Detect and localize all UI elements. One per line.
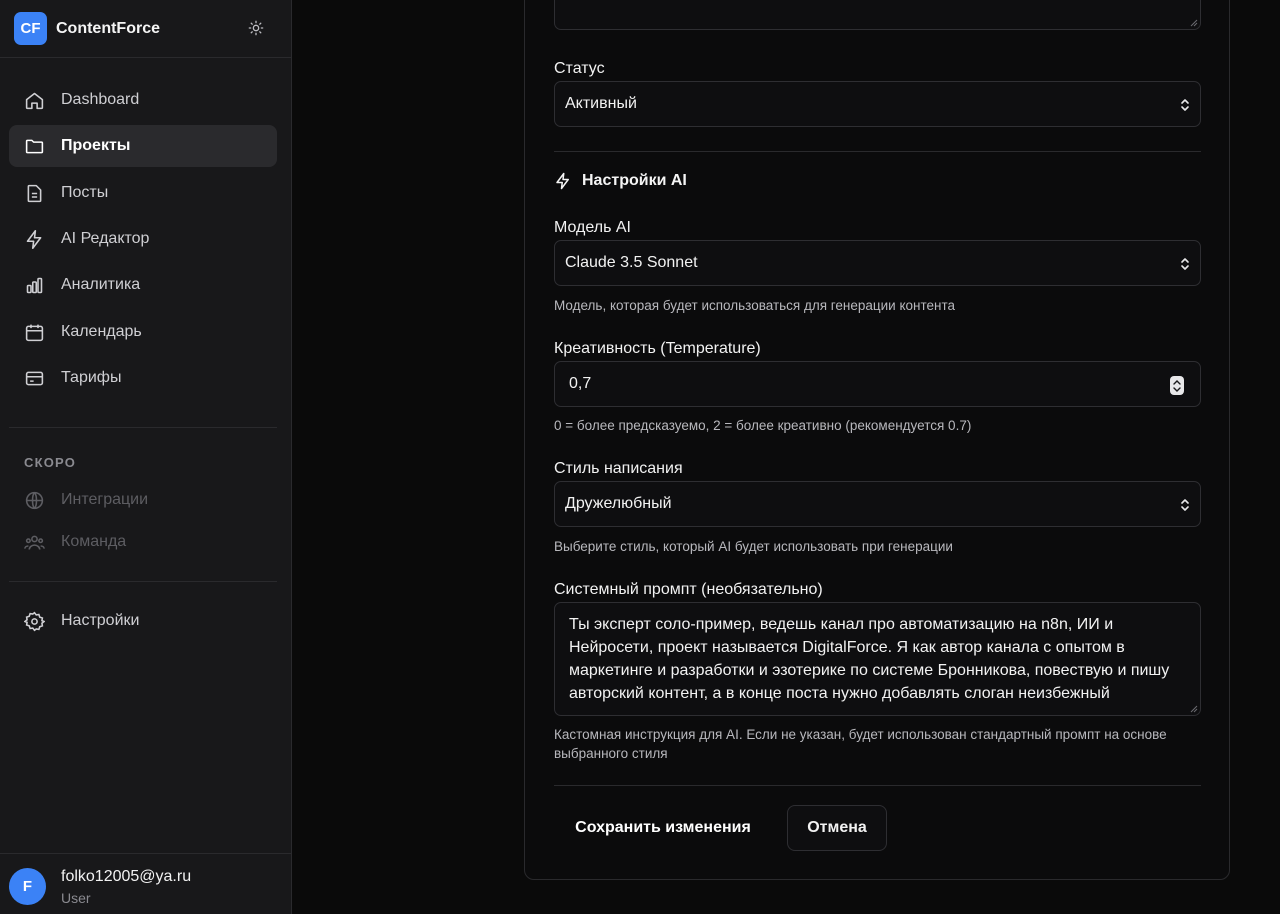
temperature-input[interactable]: 0,7	[554, 361, 1201, 407]
lightning-icon	[26, 229, 42, 249]
theme-toggle-sun-icon[interactable]	[246, 18, 266, 38]
sidebar-item-label: Аналитика	[61, 276, 141, 293]
system-prompt-label: Системный промпт (необязательно)	[554, 581, 823, 598]
sidebar-item-team: Команда	[9, 521, 277, 563]
chevron-updown-icon	[1181, 499, 1189, 511]
sidebar-item-dashboard[interactable]: Dashboard	[9, 79, 277, 121]
sidebar-item-integrations: Интеграции	[9, 479, 277, 521]
sidebar-item-pricing[interactable]: Тарифы	[9, 357, 277, 399]
sidebar-divider	[9, 581, 277, 582]
sidebar-item-label: Посты	[61, 184, 109, 201]
sidebar-item-label: Настройки	[61, 612, 140, 629]
bar-chart-icon	[26, 277, 43, 293]
writing-style-help-text: Выберите стиль, который AI будет использ…	[554, 539, 953, 554]
calendar-icon	[25, 324, 44, 341]
system-prompt-textarea[interactable]: Ты эксперт соло-пример, ведешь канал про…	[554, 602, 1201, 716]
sidebar-item-settings[interactable]: Настройки	[9, 600, 277, 642]
cancel-button[interactable]: Отмена	[787, 805, 887, 851]
globe-icon	[25, 491, 44, 509]
model-select[interactable]: Claude 3.5 Sonnet	[554, 240, 1201, 286]
section-divider	[554, 151, 1201, 152]
brand-header: CF ContentForce	[0, 0, 291, 58]
soon-section-label: СКОРО	[24, 455, 77, 470]
status-select-value: Активный	[565, 95, 637, 112]
writing-style-select[interactable]: Дружелюбный	[554, 481, 1201, 527]
resize-handle-icon[interactable]	[1188, 17, 1198, 27]
temperature-label: Креативность (Temperature)	[554, 340, 761, 357]
temperature-help-text: 0 = более предсказуемо, 2 = более креати…	[554, 418, 972, 433]
writing-style-select-value: Дружелюбный	[565, 495, 672, 512]
gear-icon	[24, 611, 45, 631]
sidebar-divider	[9, 427, 277, 428]
sidebar-item-label: Интеграции	[61, 491, 149, 508]
status-select[interactable]: Активный	[554, 81, 1201, 127]
credit-card-icon	[25, 371, 44, 385]
description-textarea[interactable]	[554, 0, 1201, 30]
sidebar: CF ContentForce Dashboard Проекты Посты …	[0, 0, 292, 914]
sidebar-item-calendar[interactable]: Календарь	[9, 311, 277, 353]
ai-settings-heading: Настройки AI	[554, 172, 687, 190]
avatar: F	[9, 868, 46, 905]
user-profile[interactable]: F folko12005@ya.ru User	[0, 853, 292, 914]
sidebar-item-label: Dashboard	[61, 91, 140, 108]
folder-icon	[25, 139, 44, 153]
sidebar-item-label: Проекты	[61, 137, 131, 154]
system-prompt-value: Ты эксперт соло-пример, ведешь канал про…	[569, 616, 1174, 702]
actions-divider	[554, 785, 1201, 786]
resize-handle-icon[interactable]	[1188, 703, 1198, 713]
home-icon	[25, 92, 44, 109]
sidebar-item-label: Команда	[61, 533, 127, 550]
lightning-icon	[556, 172, 569, 190]
system-prompt-help-text: Кастомная инструкция для AI. Если не ука…	[554, 727, 1167, 761]
ai-settings-title: Настройки AI	[582, 172, 687, 189]
user-role: User	[61, 890, 91, 906]
chevron-updown-icon	[1181, 258, 1189, 270]
sidebar-item-label: AI Редактор	[61, 230, 150, 247]
status-label: Статус	[554, 60, 605, 77]
app-name: ContentForce	[56, 19, 160, 37]
sidebar-item-projects[interactable]: Проекты	[9, 125, 277, 167]
chevron-updown-icon	[1181, 99, 1189, 111]
model-select-value: Claude 3.5 Sonnet	[565, 254, 698, 271]
number-stepper[interactable]	[1170, 376, 1184, 395]
sidebar-item-label: Календарь	[61, 323, 142, 340]
temperature-input-value: 0,7	[569, 375, 592, 392]
app-logo[interactable]: CF	[14, 12, 47, 45]
document-icon	[27, 184, 42, 202]
sidebar-item-posts[interactable]: Посты	[9, 172, 277, 214]
save-button[interactable]: Сохранить изменения	[554, 805, 772, 851]
model-help-text: Модель, которая будет использоваться для…	[554, 298, 956, 313]
sidebar-item-analytics[interactable]: Аналитика	[9, 264, 277, 306]
sidebar-item-label: Тарифы	[61, 369, 122, 386]
writing-style-label: Стиль написания	[554, 460, 683, 477]
sidebar-item-ai-editor[interactable]: AI Редактор	[9, 218, 277, 260]
model-label: Модель AI	[554, 219, 631, 236]
user-email: folko12005@ya.ru	[61, 868, 192, 885]
users-icon	[24, 535, 45, 550]
